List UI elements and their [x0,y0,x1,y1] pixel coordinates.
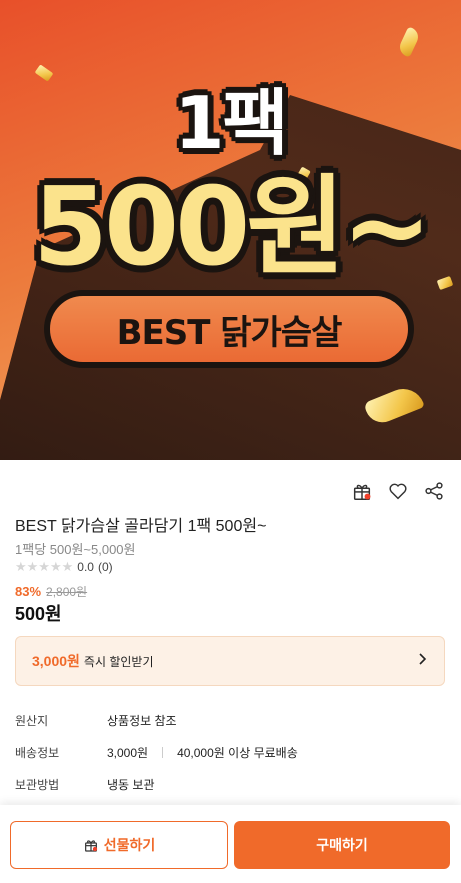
star-rating-icon: ★★★★★ [15,559,74,574]
buy-button-label: 구매하기 [316,837,368,853]
rating-score: 0.0 [77,560,94,574]
gift-icon[interactable] [351,480,373,502]
info-value: 냉동 보관 [107,777,155,792]
heart-icon[interactable] [387,480,409,502]
info-row-origin: 원산지 상품정보 참조 [15,704,445,736]
banner-price-text: 500원~ [32,165,432,290]
coupon-amount: 3,000원 [32,653,80,669]
product-banner-image: 1팩 500원~ BEST 닭가슴살 [0,0,461,460]
bottom-action-bar: 선물하기 구매하기 [0,805,461,883]
gift-button-label: 선물하기 [103,837,156,853]
product-title: BEST 닭가슴살 골라담기 1팩 500원~ [15,518,267,535]
info-row-shipping: 배송정보 3,000원 40,000원 이상 무료배송 [15,736,445,768]
divider [162,746,164,758]
product-action-icons [351,480,445,502]
chevron-right-icon [416,652,428,671]
coupon-text: 즉시 할인받기 [83,654,154,669]
share-icon[interactable] [423,480,445,502]
rating[interactable]: ★★★★★ 0.0 (0) [15,559,113,575]
shipping-fee: 3,000원 [107,745,149,760]
info-label: 원산지 [15,713,49,728]
banner-pill-label: BEST 닭가슴살 [116,312,343,353]
gift-icon [84,840,97,852]
gift-button[interactable]: 선물하기 [10,821,228,869]
info-value: 상품정보 참조 [107,713,177,728]
info-row-storage: 보관방법 냉동 보관 [15,768,445,800]
banner-pill: BEST 닭가슴살 [44,290,414,368]
buy-button[interactable]: 구매하기 [234,821,450,869]
product-subtitle: 1팩당 500원~5,000원 [15,542,136,557]
info-label: 보관방법 [15,777,60,792]
info-label: 배송정보 [15,745,60,760]
free-shipping-threshold: 40,000원 이상 무료배송 [177,745,298,760]
info-value: 3,000원 40,000원 이상 무료배송 [107,744,298,761]
coupon-discount-button[interactable]: 3,000원 즉시 할인받기 [15,636,445,686]
product-info-table: 원산지 상품정보 참조 배송정보 3,000원 40,000원 이상 무료배송 … [15,704,445,800]
confetti-piece [396,26,422,58]
final-price: 500원 [15,604,62,624]
discount-rate: 83% [15,584,42,599]
price-row: 83% 2,800원 [15,583,87,600]
review-count: (0) [97,560,113,574]
original-price: 2,800원 [46,585,88,599]
